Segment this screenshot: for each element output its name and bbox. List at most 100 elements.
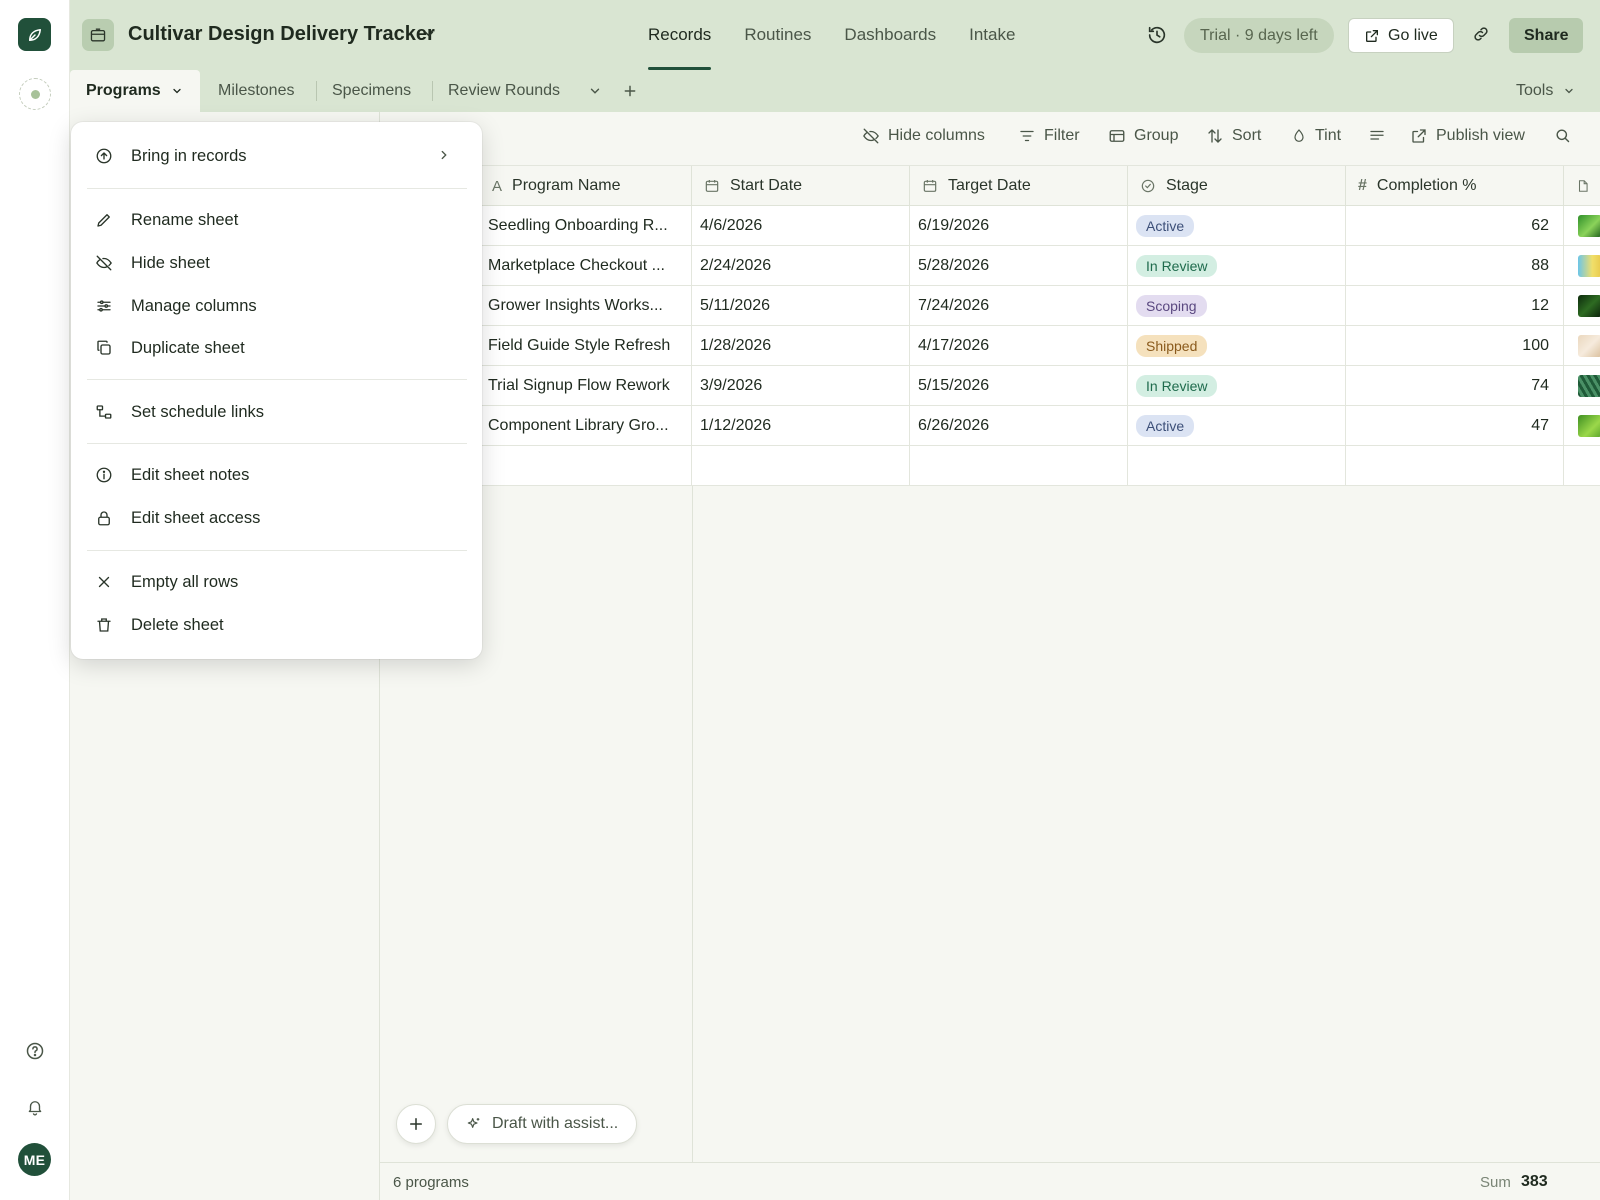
program-name-cell[interactable]: Seedling Onboarding R...	[480, 206, 692, 246]
table-row[interactable]: Grower Insights Works... 5/11/2026 7/24/…	[380, 286, 1600, 326]
menu-item-delete-sheet[interactable]: Delete sheet	[93, 607, 463, 643]
nav-records[interactable]: Records	[648, 0, 712, 70]
menu-item-edit-sheet-notes[interactable]: Edit sheet notes	[93, 457, 463, 493]
table-row[interactable]: Field Guide Style Refresh 1/28/2026 4/17…	[380, 326, 1600, 366]
start-date-cell[interactable]: 4/6/2026	[692, 206, 910, 246]
target-date-cell[interactable]: 7/24/2026	[910, 286, 1128, 326]
menu-item-rename-sheet[interactable]: Rename sheet	[93, 202, 463, 238]
start-date-cell[interactable]: 1/12/2026	[692, 406, 910, 446]
start-date-cell[interactable]: 3/9/2026	[692, 366, 910, 406]
search-button[interactable]	[1554, 127, 1571, 144]
column-header-target-date[interactable]: Target Date	[910, 166, 1128, 206]
stage-cell[interactable]: Active	[1128, 206, 1346, 246]
menu-item-edit-sheet-access[interactable]: Edit sheet access	[93, 500, 463, 536]
table-row[interactable]: Marketplace Checkout ... 2/24/2026 5/28/…	[380, 246, 1600, 286]
base-title[interactable]: Cultivar Design Delivery Tracker	[128, 23, 435, 46]
attachment-cell[interactable]	[1564, 326, 1600, 366]
start-date-cell[interactable]: 2/24/2026	[692, 246, 910, 286]
attachment-cell[interactable]	[1564, 366, 1600, 406]
history-icon[interactable]	[1146, 24, 1168, 46]
column-header-stage[interactable]: Stage	[1128, 166, 1346, 206]
menu-item-duplicate-sheet[interactable]: Duplicate sheet	[93, 330, 463, 366]
program-name-cell[interactable]: Grower Insights Works...	[480, 286, 692, 326]
sort-button[interactable]: Sort	[1206, 127, 1261, 145]
column-header-program-name[interactable]: A Program Name	[480, 166, 692, 206]
stage-cell[interactable]: Scoping	[1128, 286, 1346, 326]
completion-cell[interactable]: 47	[1346, 406, 1564, 446]
attachment-cell[interactable]	[1564, 206, 1600, 246]
bell-icon[interactable]	[24, 1096, 46, 1118]
empty-cell[interactable]	[1346, 446, 1564, 486]
menu-item-empty-all-rows[interactable]: Empty all rows	[93, 564, 463, 600]
empty-cell[interactable]	[910, 446, 1128, 486]
menu-item-bring-in-records[interactable]: Bring in records	[93, 138, 463, 174]
program-name-cell[interactable]: Field Guide Style Refresh	[480, 326, 692, 366]
group-button[interactable]: Group	[1108, 127, 1178, 145]
hide-columns-button[interactable]: Hide columns	[862, 127, 985, 145]
target-date-cell[interactable]: 5/28/2026	[910, 246, 1128, 286]
program-name-cell[interactable]: Trial Signup Flow Rework	[480, 366, 692, 406]
trial-badge[interactable]: Trial · 9 days left	[1184, 18, 1334, 53]
empty-cell[interactable]	[1128, 446, 1346, 486]
stage-cell[interactable]: In Review	[1128, 366, 1346, 406]
share-button[interactable]: Share	[1509, 18, 1584, 53]
tab-review-rounds[interactable]: Review Rounds	[448, 70, 560, 112]
menu-item-manage-columns[interactable]: Manage columns	[93, 288, 463, 324]
publish-view-button[interactable]: Publish view	[1410, 127, 1525, 145]
stage-cell[interactable]: Shipped	[1128, 326, 1346, 366]
program-name-cell[interactable]: Marketplace Checkout ...	[480, 246, 692, 286]
attachment-cell[interactable]	[1564, 286, 1600, 326]
target-date-cell[interactable]: 6/26/2026	[910, 406, 1128, 446]
target-date-cell[interactable]: 5/15/2026	[910, 366, 1128, 406]
go-live-button[interactable]: Go live	[1348, 18, 1454, 53]
help-icon[interactable]	[24, 1040, 46, 1062]
nav-routines[interactable]: Routines	[744, 0, 811, 70]
completion-cell[interactable]: 100	[1346, 326, 1564, 366]
table-row[interactable]: Trial Signup Flow Rework 3/9/2026 5/15/2…	[380, 366, 1600, 406]
column-header-start-date[interactable]: Start Date	[692, 166, 910, 206]
start-date-cell[interactable]: 5/11/2026	[692, 286, 910, 326]
add-record-button[interactable]	[396, 1104, 436, 1144]
table-row[interactable]: Component Library Gro... 1/12/2026 6/26/…	[380, 406, 1600, 446]
completion-cell[interactable]: 12	[1346, 286, 1564, 326]
tab-milestones[interactable]: Milestones	[218, 70, 294, 112]
tab-specimens[interactable]: Specimens	[332, 70, 411, 112]
empty-cell[interactable]	[480, 446, 692, 486]
draft-with-assist-button[interactable]: Draft with assist...	[447, 1104, 638, 1144]
program-name-cell[interactable]: Component Library Gro...	[480, 406, 692, 446]
stage-cell[interactable]: Active	[1128, 406, 1346, 446]
sum-label[interactable]: Sum	[1480, 1174, 1511, 1191]
workspace-icon[interactable]	[19, 78, 51, 110]
start-date-cell[interactable]: 1/28/2026	[692, 326, 910, 366]
attachment-cell[interactable]	[1564, 406, 1600, 446]
completion-cell[interactable]: 62	[1346, 206, 1564, 246]
sum-value[interactable]: 383	[1521, 1173, 1548, 1191]
link-icon[interactable]	[1472, 25, 1490, 43]
empty-new-row[interactable]	[380, 446, 1600, 486]
completion-cell[interactable]: 74	[1346, 366, 1564, 406]
menu-item-set-schedule-links[interactable]: Set schedule links	[93, 394, 463, 430]
user-avatar[interactable]: ME	[18, 1143, 51, 1176]
base-icon[interactable]	[82, 19, 114, 51]
row-height-button[interactable]	[1368, 127, 1386, 145]
menu-item-hide-sheet[interactable]: Hide sheet	[93, 245, 463, 281]
tools-menu[interactable]: Tools	[1516, 70, 1575, 112]
target-date-cell[interactable]: 6/19/2026	[910, 206, 1128, 246]
more-tabs-button[interactable]	[588, 70, 602, 112]
column-header-attachment[interactable]	[1564, 166, 1600, 206]
target-date-cell[interactable]: 4/17/2026	[910, 326, 1128, 366]
column-header-completion[interactable]: # Completion %	[1346, 166, 1564, 206]
filter-button[interactable]: Filter	[1018, 127, 1080, 145]
stage-cell[interactable]: In Review	[1128, 246, 1346, 286]
app-logo-icon[interactable]	[18, 18, 51, 51]
tab-programs[interactable]: Programs	[70, 70, 200, 112]
empty-cell[interactable]	[692, 446, 910, 486]
completion-cell[interactable]: 88	[1346, 246, 1564, 286]
add-sheet-button[interactable]	[622, 70, 638, 112]
table-row[interactable]: Seedling Onboarding R... 4/6/2026 6/19/2…	[380, 206, 1600, 246]
nav-intake[interactable]: Intake	[969, 0, 1015, 70]
tint-button[interactable]: Tint	[1291, 127, 1341, 145]
nav-dashboards[interactable]: Dashboards	[844, 0, 936, 70]
chevron-down-icon[interactable]	[422, 27, 436, 41]
attachment-cell[interactable]	[1564, 246, 1600, 286]
